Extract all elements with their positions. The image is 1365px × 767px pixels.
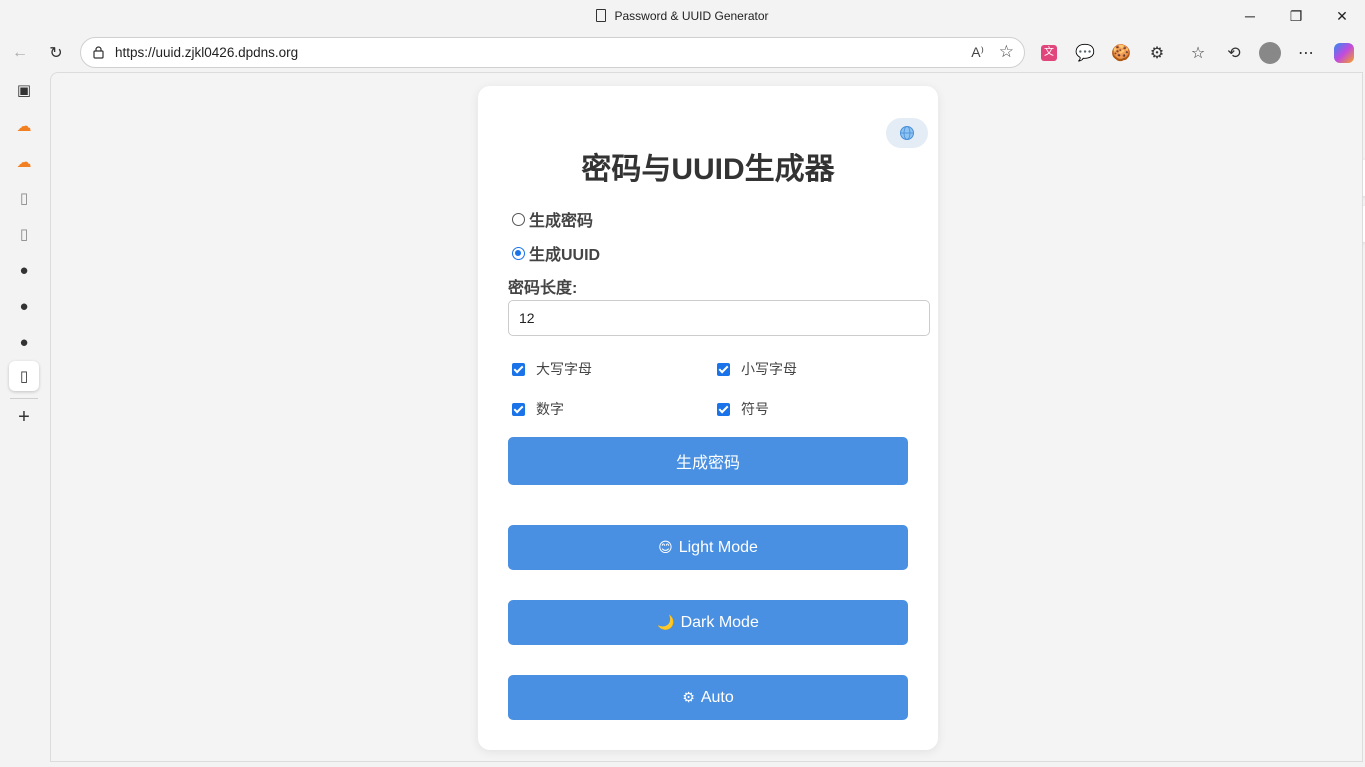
- page-tab-icon[interactable]: ▯: [9, 219, 39, 249]
- length-label: 密码长度:: [508, 280, 578, 297]
- active-tab-icon[interactable]: ▯: [9, 361, 39, 391]
- mode-radio-uuid[interactable]: 生成UUID: [512, 241, 600, 265]
- lock-icon: [93, 46, 104, 59]
- tab-actions-icon[interactable]: ▣: [9, 75, 39, 105]
- new-tab-icon[interactable]: +: [9, 402, 39, 432]
- auto-mode-button[interactable]: ⚙ Auto: [508, 675, 908, 720]
- radio-checked[interactable]: [512, 246, 525, 260]
- page-title: 密码与UUID生成器: [581, 153, 835, 186]
- page-viewport: 密码与UUID生成器 生成密码 生成UUID 密码长度: 大写字母 小写字母 数…: [50, 72, 1363, 762]
- history-icon[interactable]: ⟲: [1221, 40, 1247, 66]
- option-uppercase[interactable]: 大写字母: [512, 359, 592, 379]
- cloudflare-tab-icon[interactable]: ☁: [9, 147, 39, 177]
- page-tab-icon[interactable]: ▯: [9, 183, 39, 213]
- copilot-icon[interactable]: [1331, 40, 1357, 66]
- option-numbers[interactable]: 数字: [512, 399, 564, 419]
- generate-button[interactable]: 生成密码: [508, 437, 908, 485]
- sidebar-divider: [10, 398, 38, 399]
- length-input[interactable]: [508, 300, 930, 336]
- checkbox-checked[interactable]: [512, 362, 525, 376]
- title-bar: Password & UUID Generator ─ ❐ ✕: [0, 0, 1365, 34]
- light-mode-button[interactable]: 😊 Light Mode: [508, 525, 908, 570]
- profile-avatar[interactable]: [1257, 40, 1283, 66]
- checkbox-checked[interactable]: [512, 402, 525, 416]
- close-button[interactable]: ✕: [1319, 0, 1365, 32]
- gear-icon: ⚙: [682, 689, 695, 705]
- checkbox-checked[interactable]: [717, 402, 730, 416]
- checkbox-checked[interactable]: [717, 362, 730, 376]
- github-tab-icon[interactable]: ●: [9, 255, 39, 285]
- dark-mode-button[interactable]: 🌙 Dark Mode: [508, 600, 908, 645]
- address-bar[interactable]: https://uuid.zjkl0426.dpdns.org A⁾ ☆: [80, 37, 1025, 68]
- window-title: Password & UUID Generator: [0, 9, 1365, 23]
- browser-toolbar: ← ↻ https://uuid.zjkl0426.dpdns.org A⁾ ☆…: [0, 34, 1365, 72]
- cloudflare-tab-icon[interactable]: ☁: [9, 111, 39, 141]
- document-icon: [596, 9, 607, 22]
- extensions-icon[interactable]: ⚙: [1144, 40, 1170, 66]
- option-lowercase[interactable]: 小写字母: [717, 359, 797, 379]
- restore-button[interactable]: ❐: [1273, 0, 1319, 32]
- moon-icon: 🌙: [657, 614, 675, 630]
- vertical-tabs-sidebar: ▣ ☁ ☁ ▯ ▯ ● ● ● ▯ +: [0, 72, 50, 767]
- url-text: https://uuid.zjkl0426.dpdns.org: [115, 45, 299, 60]
- back-icon[interactable]: ←: [7, 40, 33, 66]
- favorite-star-icon[interactable]: ☆: [999, 42, 1014, 62]
- cookie-extension-icon[interactable]: 🍪: [1108, 40, 1134, 66]
- generator-card: 密码与UUID生成器 生成密码 生成UUID 密码长度: 大写字母 小写字母 数…: [478, 86, 938, 750]
- mode-radio-password[interactable]: 生成密码: [512, 207, 593, 231]
- translate-extension-icon[interactable]: 文: [1036, 40, 1062, 66]
- more-menu-icon[interactable]: ⋯: [1293, 40, 1319, 66]
- chat-extension-icon[interactable]: 💬: [1072, 40, 1098, 66]
- github-tab-icon[interactable]: ●: [9, 327, 39, 357]
- favorites-icon[interactable]: ☆: [1185, 40, 1211, 66]
- github-tab-icon[interactable]: ●: [9, 291, 39, 321]
- globe-icon: [900, 126, 914, 140]
- smile-icon: 😊: [658, 539, 673, 555]
- minimize-button[interactable]: ─: [1227, 0, 1273, 32]
- radio-unchecked[interactable]: [512, 212, 525, 226]
- read-aloud-icon[interactable]: A⁾: [971, 44, 984, 61]
- option-symbols[interactable]: 符号: [717, 399, 769, 419]
- refresh-icon[interactable]: ↻: [43, 40, 69, 66]
